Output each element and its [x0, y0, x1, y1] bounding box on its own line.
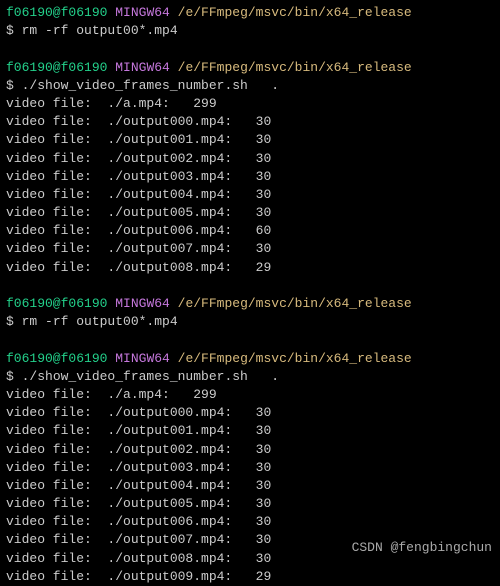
output-line: video file: ./output002.mp4: 30 — [6, 150, 494, 168]
output-line: video file: ./output005.mp4: 30 — [6, 495, 494, 513]
output-line: video file: ./a.mp4: 299 — [6, 95, 494, 113]
output-line: video file: ./output003.mp4: 30 — [6, 459, 494, 477]
mingw-label: MINGW64 — [115, 351, 170, 366]
dollar-prompt: $ — [6, 314, 22, 329]
prompt-line-2: f06190@f06190 MINGW64 /e/FFmpeg/msvc/bin… — [6, 59, 494, 77]
blank-line — [6, 40, 494, 58]
prompt-line-1: f06190@f06190 MINGW64 /e/FFmpeg/msvc/bin… — [6, 4, 494, 22]
output-line: video file: ./output000.mp4: 30 — [6, 404, 494, 422]
command: rm -rf output00*.mp4 — [22, 23, 178, 38]
command: ./show_video_frames_number.sh . — [22, 78, 279, 93]
mingw-label: MINGW64 — [115, 60, 170, 75]
csdn-watermark: CSDN @fengbingchun — [352, 539, 492, 557]
command: rm -rf output00*.mp4 — [22, 314, 178, 329]
cwd-path: /e/FFmpeg/msvc/bin/x64_release — [178, 296, 412, 311]
cmd-line-4[interactable]: $ ./show_video_frames_number.sh . — [6, 368, 494, 386]
user-host: f06190@f06190 — [6, 5, 107, 20]
output-line: video file: ./output007.mp4: 30 — [6, 240, 494, 258]
prompt-line-4: f06190@f06190 MINGW64 /e/FFmpeg/msvc/bin… — [6, 350, 494, 368]
output-line: video file: ./output000.mp4: 30 — [6, 113, 494, 131]
terminal-output: f06190@f06190 MINGW64 /e/FFmpeg/msvc/bin… — [6, 4, 494, 586]
dollar-prompt: $ — [6, 78, 22, 93]
blank-line — [6, 277, 494, 295]
cwd-path: /e/FFmpeg/msvc/bin/x64_release — [178, 60, 412, 75]
output-line: video file: ./output001.mp4: 30 — [6, 131, 494, 149]
mingw-label: MINGW64 — [115, 5, 170, 20]
blank-line — [6, 331, 494, 349]
cmd-line-3[interactable]: $ rm -rf output00*.mp4 — [6, 313, 494, 331]
cwd-path: /e/FFmpeg/msvc/bin/x64_release — [178, 351, 412, 366]
user-host: f06190@f06190 — [6, 60, 107, 75]
output-line: video file: ./output002.mp4: 30 — [6, 441, 494, 459]
mingw-label: MINGW64 — [115, 296, 170, 311]
output-line: video file: ./output004.mp4: 30 — [6, 477, 494, 495]
output-line: video file: ./output006.mp4: 60 — [6, 222, 494, 240]
command: ./show_video_frames_number.sh . — [22, 369, 279, 384]
output-line: video file: ./output001.mp4: 30 — [6, 422, 494, 440]
cmd-line-1[interactable]: $ rm -rf output00*.mp4 — [6, 22, 494, 40]
user-host: f06190@f06190 — [6, 296, 107, 311]
output-line: video file: ./output005.mp4: 30 — [6, 204, 494, 222]
output-line: video file: ./output004.mp4: 30 — [6, 186, 494, 204]
cwd-path: /e/FFmpeg/msvc/bin/x64_release — [178, 5, 412, 20]
output-line: video file: ./output006.mp4: 30 — [6, 513, 494, 531]
cmd-line-2[interactable]: $ ./show_video_frames_number.sh . — [6, 77, 494, 95]
output-line: video file: ./output008.mp4: 29 — [6, 259, 494, 277]
output-line: video file: ./a.mp4: 299 — [6, 386, 494, 404]
output-line: video file: ./output009.mp4: 29 — [6, 568, 494, 586]
dollar-prompt: $ — [6, 369, 22, 384]
prompt-line-3: f06190@f06190 MINGW64 /e/FFmpeg/msvc/bin… — [6, 295, 494, 313]
dollar-prompt: $ — [6, 23, 22, 38]
output-line: video file: ./output003.mp4: 30 — [6, 168, 494, 186]
user-host: f06190@f06190 — [6, 351, 107, 366]
